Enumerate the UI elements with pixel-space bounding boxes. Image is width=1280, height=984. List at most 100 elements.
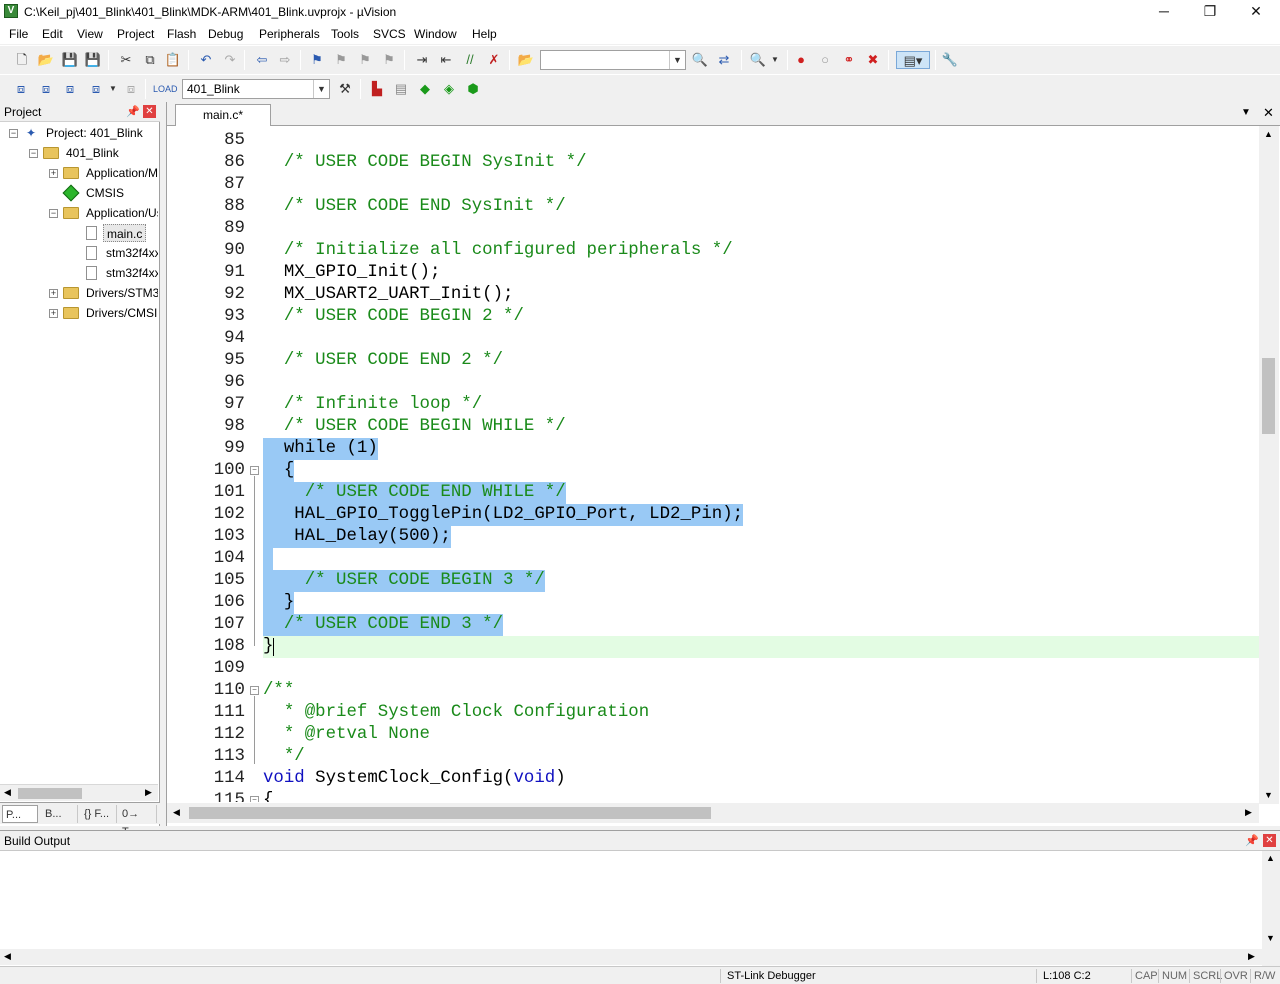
build-hscrollbar[interactable]: ◀ ▶ (0, 949, 1262, 965)
code-line[interactable]: 104 (167, 548, 1259, 570)
open-file-icon[interactable]: 📂 (37, 51, 55, 69)
chevron-down-icon[interactable]: ▼ (313, 80, 329, 98)
tree-item-drivers-cmsis[interactable]: + Drivers/CMSIS (0, 303, 158, 323)
kill-breakpoints-icon[interactable]: ✖ (864, 51, 882, 69)
scroll-thumb[interactable] (18, 788, 82, 799)
code-line[interactable]: 95 /* USER CODE END 2 */ (167, 350, 1259, 372)
menu-project[interactable]: Project (117, 27, 154, 41)
tree-item-drivers-stm32[interactable]: + Drivers/STM32 (0, 283, 158, 303)
copy-icon[interactable]: ⧉ (141, 51, 159, 69)
scroll-thumb[interactable] (1262, 358, 1275, 434)
save-icon[interactable]: 💾 (61, 51, 79, 69)
menu-flash[interactable]: Flash (167, 27, 196, 41)
code-line[interactable]: 100− { (167, 460, 1259, 482)
menu-view[interactable]: View (77, 27, 103, 41)
menu-edit[interactable]: Edit (42, 27, 63, 41)
translate-icon[interactable]: ⧈ (12, 80, 30, 98)
clear-bookmarks-icon[interactable]: ⚑ (380, 51, 398, 69)
code-line[interactable]: 115−{ (167, 790, 1259, 802)
navigate-back-icon[interactable]: ⇦ (253, 51, 271, 69)
close-button[interactable]: ✕ (1233, 0, 1279, 24)
code-line[interactable]: 91 MX_GPIO_Init(); (167, 262, 1259, 284)
tree-item-stm32f4xx-1[interactable]: stm32f4xx (0, 243, 158, 263)
code-line[interactable]: 93 /* USER CODE BEGIN 2 */ (167, 306, 1259, 328)
code-line[interactable]: 85 (167, 130, 1259, 152)
editor-vscrollbar[interactable]: ▲ ▼ (1259, 126, 1279, 804)
code-line[interactable]: 108} (167, 636, 1259, 658)
tab-templates[interactable]: 0→ T... (119, 805, 157, 838)
code-line[interactable]: 103 HAL_Delay(500); (167, 526, 1259, 548)
pin-icon[interactable]: 📌 (126, 105, 140, 118)
menu-file[interactable]: File (9, 27, 28, 41)
unindent-icon[interactable]: ⇤ (437, 51, 455, 69)
close-panel-icon[interactable]: ✕ (1263, 834, 1276, 847)
tree-item-project[interactable]: − ✦ Project: 401_Blink (0, 123, 158, 143)
save-all-icon[interactable]: 💾 (84, 51, 102, 69)
tree-item-cmsis[interactable]: CMSIS (0, 183, 158, 203)
scroll-down-icon[interactable]: ▼ (1266, 933, 1275, 943)
menu-window[interactable]: Window (414, 27, 457, 41)
find-replace-icon[interactable]: ⇄ (715, 51, 733, 69)
build-vscrollbar[interactable]: ▲ ▼ (1262, 851, 1280, 967)
configure-icon[interactable]: 🔧 (941, 51, 959, 69)
indent-icon[interactable]: ⇥ (413, 51, 431, 69)
code-line[interactable]: 96 (167, 372, 1259, 394)
chevron-down-icon[interactable]: ▼ (669, 51, 685, 69)
pack-icon[interactable]: ⬢ (464, 80, 482, 98)
close-tab-icon[interactable]: ✕ (1263, 105, 1274, 121)
tree-item-application-mdk[interactable]: + Application/MDK-ARM (0, 163, 158, 183)
pack-installer-icon[interactable]: ◈ (440, 80, 458, 98)
code-line[interactable]: 90 /* Initialize all configured peripher… (167, 240, 1259, 262)
fold-toggle-icon[interactable]: − (250, 466, 259, 475)
code-line[interactable]: 107 /* USER CODE END 3 */ (167, 614, 1259, 636)
scroll-right-icon[interactable]: ▶ (145, 787, 152, 798)
menu-svcs[interactable]: SVCS (373, 27, 406, 41)
code-line[interactable]: 112 * @retval None (167, 724, 1259, 746)
code-line[interactable]: 89 (167, 218, 1259, 240)
editor-hscrollbar[interactable]: ◀ ▶ (167, 803, 1259, 823)
scroll-thumb[interactable] (189, 807, 711, 819)
tree-item-main-c[interactable]: main.c (0, 223, 158, 243)
disable-breakpoints-icon[interactable]: ⚭ (840, 51, 858, 69)
menu-peripherals[interactable]: Peripherals (259, 27, 320, 41)
insert-breakpoint-icon[interactable]: ● (792, 51, 810, 69)
new-file-icon[interactable]: 🗋 (13, 51, 31, 69)
code-line[interactable]: 101 /* USER CODE END WHILE */ (167, 482, 1259, 504)
code-line[interactable]: 86 /* USER CODE BEGIN SysInit */ (167, 152, 1259, 174)
scroll-up-icon[interactable]: ▲ (1264, 129, 1273, 139)
scroll-right-icon[interactable]: ▶ (1248, 951, 1255, 962)
find-in-files-icon[interactable]: 📂 (517, 51, 535, 69)
code-line[interactable]: 99 while (1) (167, 438, 1259, 460)
scroll-down-icon[interactable]: ▼ (1264, 790, 1273, 800)
rebuild-icon[interactable]: ⧈ (61, 80, 79, 98)
select-packs-icon[interactable]: ▤ (392, 80, 410, 98)
code-line[interactable]: 106 } (167, 592, 1259, 614)
build-output-text[interactable] (2, 853, 1262, 947)
target-select[interactable]: 401_Blink ▼ (182, 79, 330, 99)
comment-icon[interactable]: // (461, 51, 479, 69)
chevron-down-icon[interactable]: ▼ (1241, 107, 1251, 118)
scroll-left-icon[interactable]: ◀ (4, 951, 11, 962)
code-line[interactable]: 88 /* USER CODE END SysInit */ (167, 196, 1259, 218)
code-line[interactable]: 94 (167, 328, 1259, 350)
code-line[interactable]: 102 HAL_GPIO_TogglePin(LD2_GPIO_Port, LD… (167, 504, 1259, 526)
bookmark-icon[interactable]: ⚑ (308, 51, 326, 69)
code-line[interactable]: 109 (167, 658, 1259, 680)
scroll-left-icon[interactable]: ◀ (4, 787, 11, 798)
code-line[interactable]: 105 /* USER CODE BEGIN 3 */ (167, 570, 1259, 592)
tree-item-stm32f4xx-2[interactable]: stm32f4xx (0, 263, 158, 283)
download-load-icon[interactable]: LOAD (153, 80, 178, 98)
incremental-find-icon[interactable]: 🔍 (691, 51, 709, 69)
code-line[interactable]: 114 void SystemClock_Config(void) (167, 768, 1259, 790)
menu-debug[interactable]: Debug (208, 27, 243, 41)
code-line[interactable]: 113 */ (167, 746, 1259, 768)
uncomment-icon[interactable]: ✗ (485, 51, 503, 69)
project-hscrollbar[interactable]: ◀ ▶ (0, 784, 158, 801)
stop-build-icon[interactable]: ⧈ (122, 80, 140, 98)
debug-start-icon[interactable]: 🔍 (749, 51, 767, 69)
code-line[interactable]: 92 MX_USART2_UART_Init(); (167, 284, 1259, 306)
cut-icon[interactable]: ✂ (117, 51, 135, 69)
prev-bookmark-icon[interactable]: ⚑ (332, 51, 350, 69)
manage-project-items-icon[interactable]: ▙ (368, 80, 386, 98)
fold-toggle-icon[interactable]: − (250, 796, 259, 802)
